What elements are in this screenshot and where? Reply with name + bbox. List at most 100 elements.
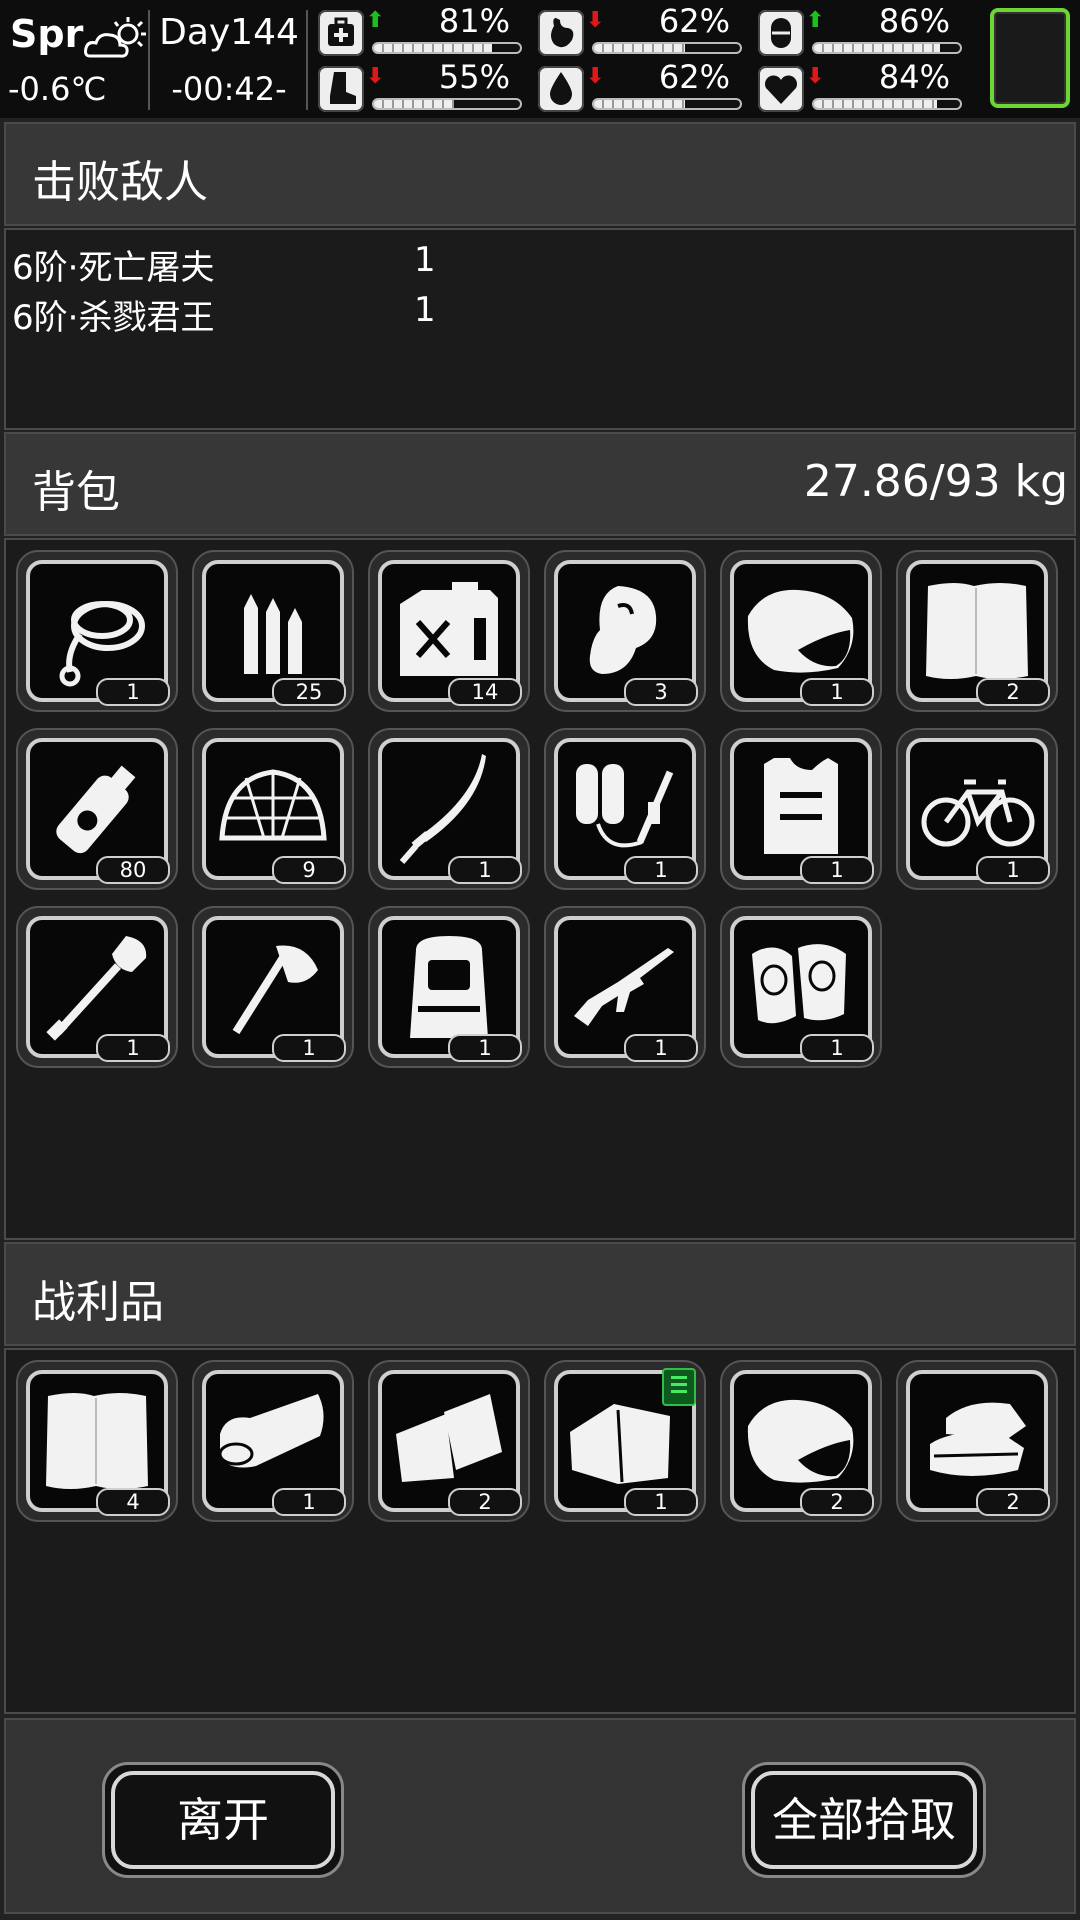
stat-value: 86%	[878, 2, 950, 40]
item-slot[interactable]: 1	[544, 906, 706, 1068]
medkit-icon-badge	[318, 10, 364, 56]
trend-arrow: ⬇	[806, 64, 825, 89]
item-slot[interactable]: 1	[368, 728, 530, 890]
trend-arrow: ⬇	[366, 64, 385, 89]
stat-bar	[812, 98, 962, 110]
day-counter: Day144	[159, 12, 299, 53]
item-count-badge: 1	[624, 856, 698, 884]
item-count-badge: 2	[976, 678, 1050, 706]
vital-stat: ⬇ 55%	[318, 58, 528, 112]
item-count-badge: 1	[448, 1034, 522, 1062]
item-count-badge: 25	[272, 678, 346, 706]
boot-icon	[330, 72, 356, 104]
stat-bar	[372, 98, 522, 110]
item-count-badge: 3	[624, 678, 698, 706]
item-slot[interactable]: 2	[896, 550, 1058, 712]
backpack-weight: 27.86/93 kg	[803, 456, 1068, 507]
partly-cloudy-sun-icon	[84, 17, 146, 58]
item-count-badge: 1	[976, 856, 1050, 884]
item-slot[interactable]: 1	[192, 906, 354, 1068]
item-count-badge: 1	[96, 678, 170, 706]
trend-arrow: ⬆	[806, 8, 825, 33]
stat-value: 62%	[658, 58, 730, 96]
vital-stat: ⬆ 86%	[758, 2, 968, 56]
enemy-name: 6阶·死亡屠夫	[12, 248, 215, 288]
item-slot[interactable]: 3	[544, 550, 706, 712]
item-slot[interactable]: 1	[192, 1360, 354, 1522]
heart-icon-badge	[758, 66, 804, 112]
item-count-badge: 14	[448, 678, 522, 706]
stat-value: 55%	[438, 58, 510, 96]
season-weather: Spr -0.6℃	[8, 8, 148, 112]
boot-icon-badge	[318, 66, 364, 112]
vital-stat: ⬇ 62%	[538, 58, 748, 112]
quick-slot-button[interactable]	[990, 8, 1070, 108]
stat-value: 84%	[878, 58, 950, 96]
stat-bar	[812, 42, 962, 54]
defeated-header: 击败敌人	[4, 122, 1076, 226]
stat-bar	[592, 42, 742, 54]
season-label: Spr	[10, 12, 84, 56]
item-slot[interactable]: 2	[368, 1360, 530, 1522]
item-slot[interactable]: 1	[16, 550, 178, 712]
stat-bar-fill	[594, 44, 685, 52]
status-bar: Spr -0.6℃ Day144 -00:42- ⬆ 81% ⬇ 62% ⬆ 86% ⬇ 55…	[0, 0, 1080, 118]
item-slot[interactable]: 2	[720, 1360, 882, 1522]
stat-bar	[592, 98, 742, 110]
item-slot[interactable]: 1	[544, 728, 706, 890]
leave-button[interactable]: 离开	[102, 1762, 344, 1878]
stat-bar	[372, 42, 522, 54]
water-drop-icon-badge	[538, 66, 584, 112]
enemy-name: 6阶·杀戮君王	[12, 298, 215, 338]
item-slot[interactable]: 1	[16, 906, 178, 1068]
item-slot[interactable]: 2	[896, 1360, 1058, 1522]
item-count-badge: 1	[624, 1488, 698, 1516]
note-list-icon	[662, 1368, 696, 1406]
item-slot[interactable]: 9	[192, 728, 354, 890]
stat-value: 81%	[438, 2, 510, 40]
divider	[306, 10, 308, 110]
item-slot[interactable]: 14	[368, 550, 530, 712]
defeated-list: 6阶·死亡屠夫 1 6阶·杀戮君王 1	[4, 228, 1076, 430]
stat-bar-fill	[374, 100, 455, 108]
vital-stat: ⬇ 62%	[538, 2, 748, 56]
item-count-badge: 1	[448, 856, 522, 884]
stomach-icon-badge	[538, 10, 584, 56]
item-count-badge: 2	[800, 1488, 874, 1516]
item-slot[interactable]: 80	[16, 728, 178, 890]
temperature: -0.6℃	[8, 70, 107, 108]
item-slot[interactable]: 1	[368, 906, 530, 1068]
item-count-badge: 9	[272, 856, 346, 884]
item-slot[interactable]: 1	[544, 1360, 706, 1522]
capsule-icon-badge	[758, 10, 804, 56]
backpack-grid: 1 25 14 3 1 2 80 9 1 1 1 1 1 1 1 1 1	[4, 538, 1076, 1240]
item-slot[interactable]: 1	[720, 550, 882, 712]
take-all-button[interactable]: 全部拾取	[742, 1762, 986, 1878]
medkit-icon	[328, 17, 354, 46]
trend-arrow: ⬆	[366, 8, 385, 33]
item-count-badge: 1	[624, 1034, 698, 1062]
item-slot[interactable]: 1	[720, 728, 882, 890]
trend-arrow: ⬇	[586, 8, 605, 33]
take-all-button-label: 全部拾取	[751, 1771, 977, 1869]
enemy-count: 1	[414, 290, 436, 330]
heart-icon	[765, 75, 797, 104]
item-slot[interactable]: 1	[720, 906, 882, 1068]
action-bar: 离开 全部拾取	[4, 1718, 1076, 1914]
item-count-badge: 1	[800, 856, 874, 884]
leave-button-label: 离开	[111, 1771, 335, 1869]
stat-bar-fill	[374, 44, 493, 52]
loot-grid: 4 1 2 1 2 2	[4, 1348, 1076, 1714]
item-slot[interactable]: 4	[16, 1360, 178, 1522]
trend-arrow: ⬇	[586, 64, 605, 89]
item-count-badge: 1	[272, 1034, 346, 1062]
item-count-badge: 1	[800, 1034, 874, 1062]
defeated-title: 击败敌人	[32, 157, 208, 208]
divider	[148, 10, 150, 110]
item-slot[interactable]: 1	[896, 728, 1058, 890]
stat-value: 62%	[658, 2, 730, 40]
loot-header: 战利品	[4, 1242, 1076, 1346]
item-slot[interactable]: 25	[192, 550, 354, 712]
water-drop-icon	[550, 72, 572, 105]
item-count-badge: 1	[272, 1488, 346, 1516]
